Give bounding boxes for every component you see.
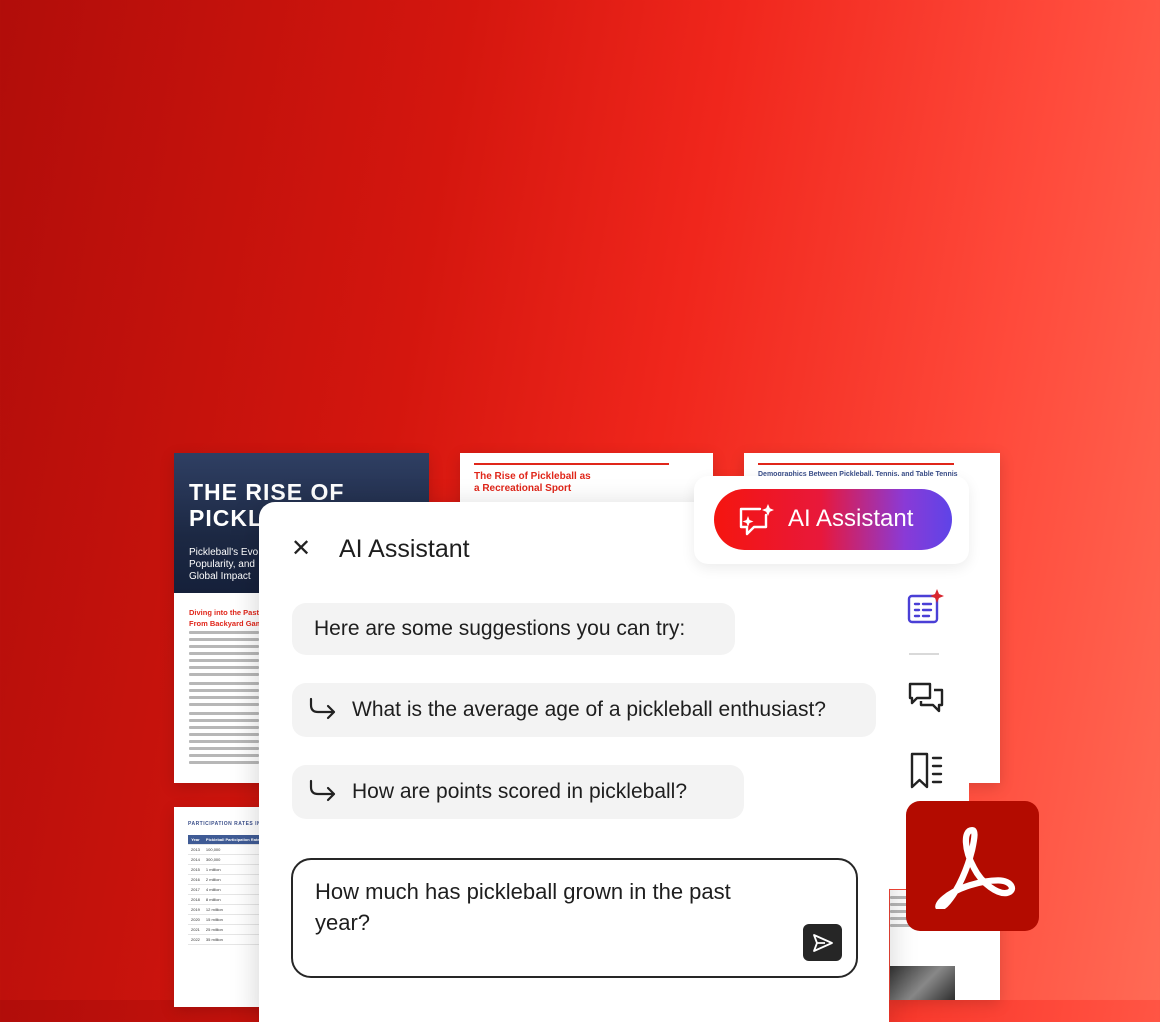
table-cell: 2016 bbox=[188, 874, 203, 885]
table-cell: 2015 bbox=[188, 864, 203, 875]
acrobat-logo-icon bbox=[906, 801, 1039, 931]
document-title: The Rise of Pickleball as a Recreational… bbox=[474, 471, 591, 494]
send-icon bbox=[812, 933, 833, 952]
summary-sparkle-icon[interactable] bbox=[907, 588, 945, 626]
table-cell: 4 million bbox=[202, 884, 263, 895]
ai-assistant-button-container: AI Assistant bbox=[694, 476, 969, 564]
table-cell: 2022 bbox=[188, 934, 203, 945]
document-photo bbox=[890, 966, 955, 1000]
table-cell: 25 million bbox=[202, 924, 263, 935]
document-cover-subtitle: Pickleball's Evo Popularity, and Global … bbox=[189, 547, 259, 582]
document-rule bbox=[758, 463, 954, 465]
table-cell: 12 million bbox=[202, 904, 263, 915]
table-cell: 2019 bbox=[188, 904, 203, 915]
document-rule bbox=[474, 463, 669, 465]
table-cell: 2021 bbox=[188, 924, 203, 935]
curved-arrow-icon bbox=[309, 697, 336, 720]
table-cell: 35 million bbox=[202, 934, 263, 945]
suggestion-text: How are points scored in pickleball? bbox=[352, 780, 688, 803]
panel-title: AI Assistant bbox=[339, 535, 470, 563]
bookmarks-icon[interactable] bbox=[907, 752, 945, 790]
table-header-cell: Year bbox=[188, 835, 203, 845]
prompt-input[interactable]: How much has pickleball grown in the pas… bbox=[291, 858, 858, 978]
table-cell: 1 million bbox=[202, 864, 263, 875]
table-cell: 100,000 bbox=[202, 844, 263, 855]
send-button[interactable] bbox=[803, 924, 842, 961]
table-cell: 15 million bbox=[202, 914, 263, 925]
ai-chat-sparkle-icon bbox=[739, 504, 774, 536]
close-icon[interactable]: ✕ bbox=[291, 537, 311, 561]
acrobat-glyph bbox=[934, 827, 1015, 909]
ai-assistant-button-label: AI Assistant bbox=[788, 505, 914, 532]
table-cell: 2013 bbox=[188, 844, 203, 855]
prompt-input-value[interactable]: How much has pickleball grown in the pas… bbox=[315, 876, 735, 938]
rail-divider bbox=[909, 653, 939, 655]
curved-arrow-icon bbox=[309, 779, 336, 802]
table-header-cell: Pickleball Participation Rate bbox=[202, 835, 263, 845]
comments-icon[interactable] bbox=[907, 680, 945, 718]
table-cell: 8 million bbox=[202, 894, 263, 905]
table-cell: 2017 bbox=[188, 884, 203, 895]
table-cell: 2014 bbox=[188, 854, 203, 865]
ai-assistant-button[interactable]: AI Assistant bbox=[714, 489, 952, 550]
table-cell: 2020 bbox=[188, 914, 203, 925]
table-cell: 2 million bbox=[202, 874, 263, 885]
assistant-message-text: Here are some suggestions you can try: bbox=[314, 617, 686, 640]
assistant-message: Here are some suggestions you can try: bbox=[292, 603, 735, 655]
suggestion-text: What is the average age of a pickleball … bbox=[352, 698, 826, 721]
table-cell: 300,000 bbox=[202, 854, 263, 865]
table-cell: 2018 bbox=[188, 894, 203, 905]
document-text-lines bbox=[189, 631, 259, 768]
suggestion-button[interactable]: What is the average age of a pickleball … bbox=[292, 683, 876, 737]
suggestion-button[interactable]: How are points scored in pickleball? bbox=[292, 765, 744, 819]
